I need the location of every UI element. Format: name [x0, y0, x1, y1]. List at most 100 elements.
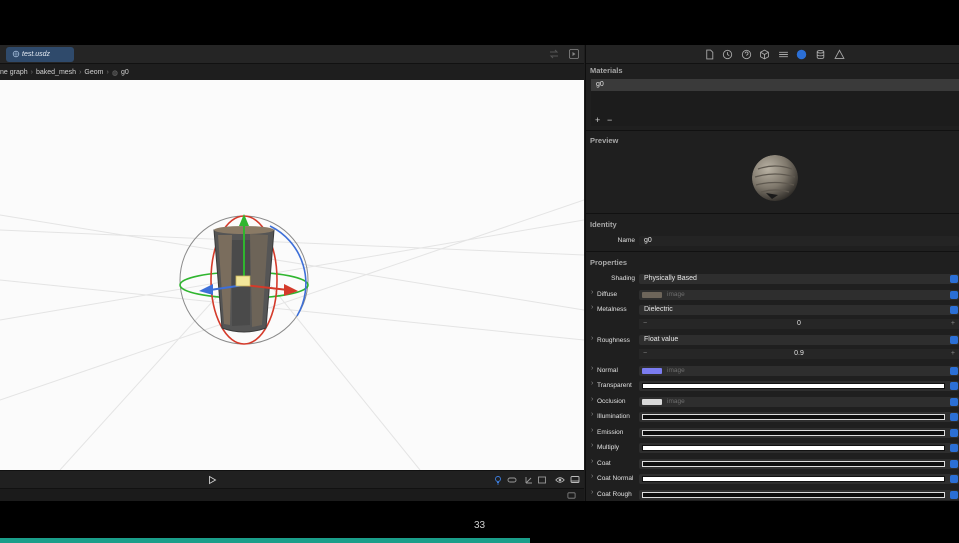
display-icon[interactable]	[570, 475, 580, 485]
material-inspector-icon[interactable]	[796, 49, 807, 60]
coat-rough-label: Coat Rough	[597, 491, 632, 498]
slide-progress-bar	[0, 538, 959, 543]
swap-icon[interactable]	[549, 49, 559, 59]
coat-label: Coat	[597, 460, 611, 467]
chevron-right-icon[interactable]: ›	[591, 473, 593, 480]
presentation-frame: test.usdz ne graph › baked_mesh › Geom ›…	[0, 0, 959, 543]
gizmo-center-handle[interactable]	[235, 275, 251, 287]
viewport-panel: test.usdz ne graph › baked_mesh › Geom ›…	[0, 45, 584, 501]
texture-thumbnail	[642, 292, 662, 298]
transparent-color-well[interactable]	[639, 381, 959, 391]
emission-color-well[interactable]	[639, 428, 959, 438]
shading-select[interactable]: Physically Based	[639, 274, 959, 284]
color-swatch	[642, 445, 945, 451]
roughness-stepper[interactable]: − 0.9 +	[639, 349, 959, 359]
normal-map-thumbnail	[642, 368, 662, 374]
multiply-color-well[interactable]	[639, 443, 959, 453]
metalness-label: Metalness	[597, 306, 627, 313]
document-tab-bar: test.usdz	[0, 45, 584, 64]
scene-render	[0, 199, 584, 470]
materials-section-title: Materials	[590, 66, 623, 75]
diffuse-value: image	[667, 291, 685, 298]
frame-icon[interactable]	[537, 475, 547, 485]
material-sphere-icon: ◍	[111, 69, 118, 77]
illumination-label: Illumination	[597, 413, 630, 420]
document-tab-title: test.usdz	[22, 51, 51, 58]
name-field[interactable]: g0	[639, 236, 959, 246]
name-label: Name	[617, 237, 635, 244]
remove-material-button[interactable]: −	[607, 115, 612, 125]
play-panel-icon[interactable]	[569, 49, 579, 59]
axes-icon[interactable]	[524, 475, 534, 485]
chevron-right-icon[interactable]: ›	[591, 411, 593, 418]
viewport-toolbar	[0, 470, 584, 488]
coat-color-well[interactable]	[639, 459, 959, 469]
breadcrumb-geom[interactable]: Geom	[84, 69, 103, 76]
materials-list: g0	[591, 79, 959, 126]
chevron-right-icon[interactable]: ›	[591, 304, 593, 311]
diffuse-select[interactable]: image	[639, 290, 959, 300]
chevron-right-icon[interactable]: ›	[591, 380, 593, 387]
chevron-right-icon[interactable]: ›	[591, 335, 593, 342]
breadcrumb-baked-mesh[interactable]: baked_mesh	[36, 69, 76, 76]
sliders-icon[interactable]	[778, 49, 789, 60]
color-swatch	[642, 383, 945, 389]
history-icon[interactable]	[722, 49, 733, 60]
chevron-right-icon: ›	[30, 69, 33, 76]
coat-normal-color-well[interactable]	[639, 474, 959, 484]
increment-button[interactable]: +	[951, 349, 955, 359]
database-icon[interactable]	[815, 49, 826, 60]
chevron-right-icon[interactable]: ›	[591, 458, 593, 465]
multiply-label: Multiply	[597, 444, 620, 451]
chevron-right-icon: ›	[79, 69, 82, 76]
file-inspector-icon[interactable]	[704, 49, 715, 60]
metalness-number: 0	[797, 320, 801, 327]
properties-section-title: Properties	[590, 258, 628, 267]
occlusion-label: Occlusion	[597, 398, 626, 405]
normal-select[interactable]: image	[639, 366, 959, 376]
add-material-button[interactable]: +	[595, 115, 600, 125]
sidebar-toggle-icon[interactable]	[567, 491, 576, 500]
3d-viewport[interactable]	[0, 80, 584, 470]
status-bar	[0, 488, 584, 501]
inspector-tab-bar	[586, 45, 959, 64]
loop-icon[interactable]	[507, 475, 517, 485]
chevron-right-icon[interactable]: ›	[591, 442, 593, 449]
eye-icon[interactable]	[555, 475, 565, 485]
chevron-right-icon[interactable]: ›	[591, 427, 593, 434]
inspector-panel: Materials g0 + − Preview Identity Name g…	[585, 45, 959, 501]
breadcrumb-g0[interactable]: g0	[121, 69, 129, 76]
transparent-label: Transparent	[597, 382, 632, 389]
warning-icon[interactable]	[834, 49, 845, 60]
chevron-right-icon[interactable]: ›	[591, 289, 593, 296]
metalness-stepper[interactable]: − 0 +	[639, 319, 959, 329]
increment-button[interactable]: +	[951, 319, 955, 329]
help-icon[interactable]	[741, 49, 752, 60]
light-icon[interactable]	[493, 475, 503, 485]
breadcrumb-scene-graph[interactable]: ne graph	[0, 69, 28, 76]
cube-icon[interactable]	[759, 49, 770, 60]
decrement-button[interactable]: −	[643, 349, 647, 359]
occlusion-select[interactable]: image	[639, 397, 959, 407]
metalness-select[interactable]: Dielectric	[639, 305, 959, 315]
diffuse-label: Diffuse	[597, 291, 618, 298]
section-divider	[586, 251, 959, 252]
decrement-button[interactable]: −	[643, 319, 647, 329]
occlusion-value: image	[667, 398, 685, 405]
color-swatch	[642, 414, 945, 420]
illumination-color-well[interactable]	[639, 412, 959, 422]
normal-label: Normal	[597, 367, 618, 374]
preview-section-title: Preview	[590, 136, 619, 145]
play-icon[interactable]	[207, 475, 217, 485]
chevron-right-icon[interactable]: ›	[591, 365, 593, 372]
chevron-right-icon[interactable]: ›	[591, 396, 593, 403]
coat-rough-color-well[interactable]	[639, 490, 959, 500]
roughness-select[interactable]: Float value	[639, 335, 959, 345]
section-divider	[586, 213, 959, 214]
document-tab[interactable]: test.usdz	[6, 47, 74, 62]
chevron-right-icon: ›	[106, 69, 109, 76]
chevron-right-icon[interactable]: ›	[591, 489, 593, 496]
identity-section-title: Identity	[590, 220, 617, 229]
material-row-g0[interactable]: g0	[591, 79, 959, 91]
color-swatch	[642, 476, 945, 482]
